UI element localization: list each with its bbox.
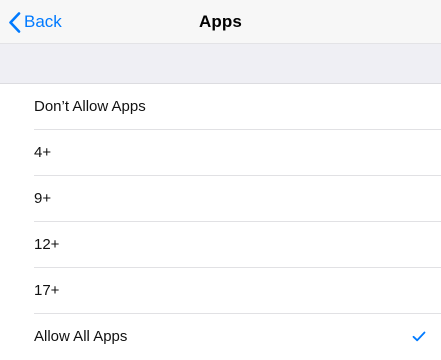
option-label: 12+ bbox=[34, 236, 60, 253]
option-4-plus[interactable]: 4+ bbox=[0, 130, 441, 176]
navigation-bar: Back Apps bbox=[0, 0, 441, 44]
section-header-spacer bbox=[0, 44, 441, 84]
option-label: Don’t Allow Apps bbox=[34, 98, 146, 115]
option-label: 17+ bbox=[34, 282, 60, 299]
apps-restriction-screen: Back Apps Don’t Allow Apps 4+ 9+ 12+ 17+… bbox=[0, 0, 441, 360]
page-title: Apps bbox=[0, 12, 441, 32]
checkmark-icon bbox=[412, 331, 426, 342]
option-dont-allow-apps[interactable]: Don’t Allow Apps bbox=[0, 84, 441, 130]
option-allow-all-apps[interactable]: Allow All Apps bbox=[0, 314, 441, 360]
option-label: Allow All Apps bbox=[34, 328, 128, 345]
option-9-plus[interactable]: 9+ bbox=[0, 176, 441, 222]
option-label: 4+ bbox=[34, 144, 52, 161]
age-rating-options-list: Don’t Allow Apps 4+ 9+ 12+ 17+ Allow All… bbox=[0, 84, 441, 360]
page-title-text: Apps bbox=[199, 12, 242, 31]
option-12-plus[interactable]: 12+ bbox=[0, 222, 441, 268]
option-label: 9+ bbox=[34, 190, 52, 207]
option-17-plus[interactable]: 17+ bbox=[0, 268, 441, 314]
